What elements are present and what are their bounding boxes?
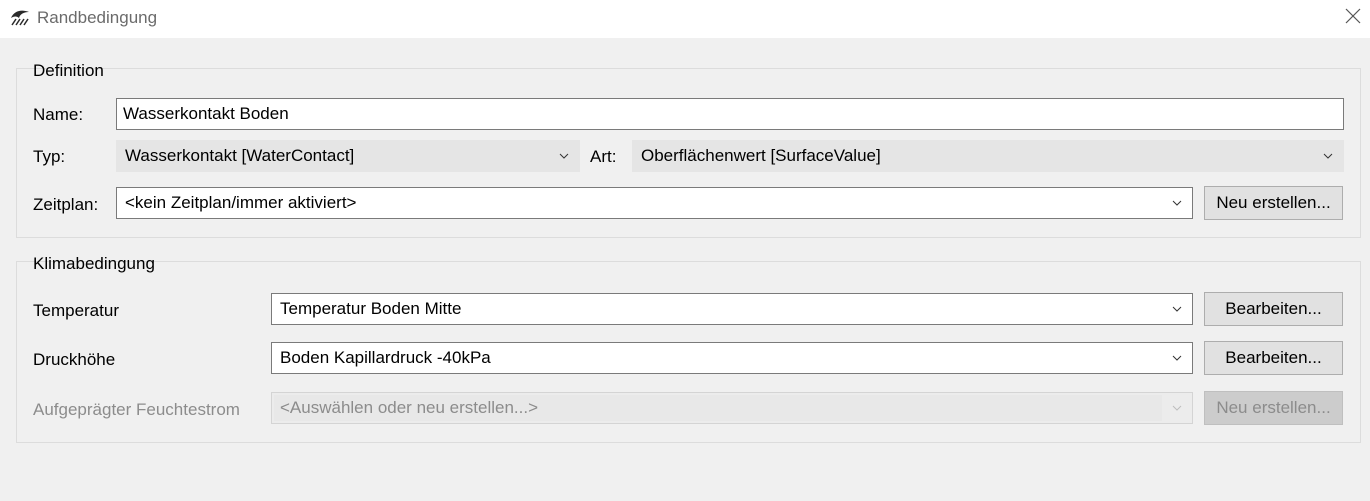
zeitplan-select-value: <kein Zeitplan/immer aktiviert> [125,193,357,212]
temperatur-select-value: Temperatur Boden Mitte [280,299,462,318]
typ-label: Typ: [33,147,66,166]
zeitplan-label: Zeitplan: [33,195,99,214]
chevron-down-icon [1162,393,1192,423]
typ-select[interactable]: Wasserkontakt [WaterContact] [116,140,580,172]
chevron-down-icon [1162,294,1192,324]
feuchtestrom-label: Aufgeprägter Feuchtestrom [33,400,240,419]
typ-select-value: Wasserkontakt [WaterContact] [125,146,355,165]
art-label: Art: [590,147,617,166]
zeitplan-neu-erstellen-button[interactable]: Neu erstellen... [1204,186,1343,220]
name-label: Name: [33,105,84,124]
temperatur-label: Temperatur [33,301,119,320]
art-select-value: Oberflächenwert [SurfaceValue] [641,146,881,165]
name-field[interactable]: Wasserkontakt Boden [116,98,1344,130]
feuchtestrom-select[interactable]: <Auswählen oder neu erstellen...> [271,392,1193,424]
druckhoehe-select-value: Boden Kapillardruck -40kPa [280,348,491,367]
window-title: Randbedingung [37,8,158,27]
feuchtestrom-select-value: <Auswählen oder neu erstellen...> [280,398,539,417]
chevron-down-icon [1313,141,1343,171]
name-field-value: Wasserkontakt Boden [123,104,289,123]
druckhoehe-bearbeiten-button[interactable]: Bearbeiten... [1204,341,1343,375]
feuchtestrom-neu-erstellen-button[interactable]: Neu erstellen... [1204,391,1343,425]
chevron-down-icon [1162,188,1192,218]
art-select[interactable]: Oberflächenwert [SurfaceValue] [632,140,1344,172]
chevron-down-icon [549,141,579,171]
druckhoehe-select[interactable]: Boden Kapillardruck -40kPa [271,342,1193,374]
klima-group-title: Klimabedingung [33,254,155,273]
definition-group-title: Definition [33,61,104,80]
water-wave-icon [9,8,31,28]
druckhoehe-label: Druckhöhe [33,350,116,369]
chevron-down-icon [1162,343,1192,373]
close-button[interactable] [1338,3,1368,33]
temperatur-bearbeiten-button[interactable]: Bearbeiten... [1204,292,1343,326]
close-icon [1345,8,1361,29]
temperatur-select[interactable]: Temperatur Boden Mitte [271,293,1193,325]
zeitplan-select[interactable]: <kein Zeitplan/immer aktiviert> [116,187,1193,219]
title-bar: Randbedingung [0,0,1370,38]
